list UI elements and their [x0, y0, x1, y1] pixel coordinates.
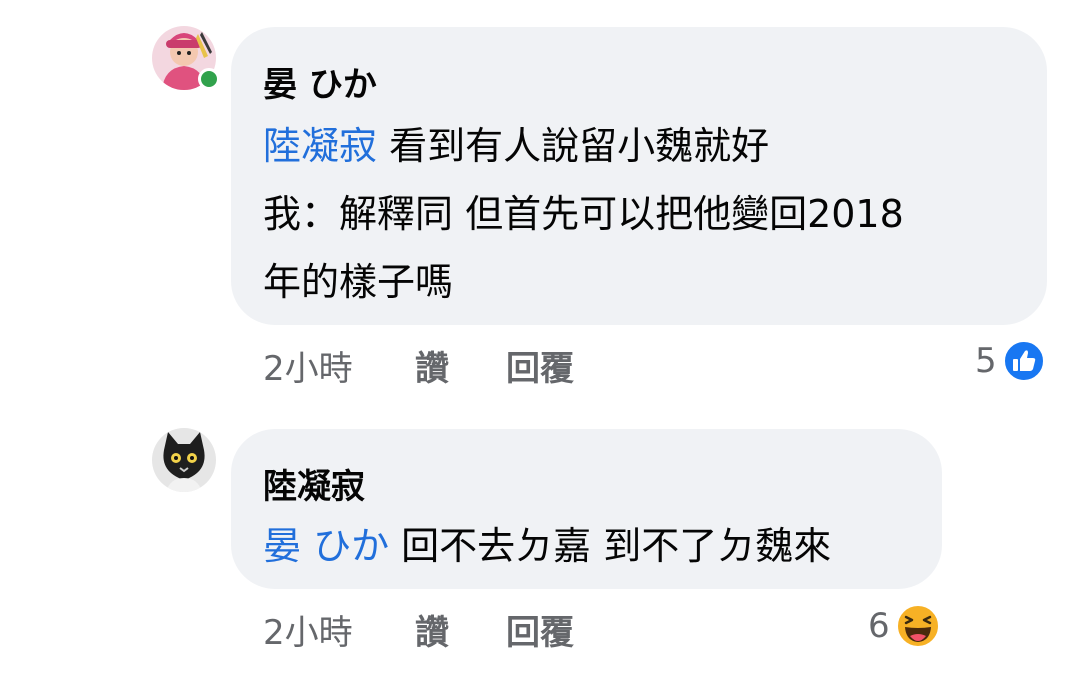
reaction-summary[interactable]: 6	[868, 604, 940, 648]
reply-button[interactable]: 回覆	[506, 352, 574, 386]
comment-text-line-1: 陸凝寂 看到有人說留小魏就好	[263, 127, 769, 165]
comment-timestamp[interactable]: 2小時	[263, 616, 353, 650]
online-status-icon	[198, 68, 220, 90]
haha-icon	[895, 604, 940, 648]
comment-author[interactable]: 陸凝寂	[263, 459, 365, 508]
mention-link[interactable]: 晏 ひか	[263, 524, 389, 568]
comment-bubble: 陸凝寂 晏 ひか 回不去ㄉ嘉 到不了ㄉ魏來	[231, 429, 942, 589]
avatar-black-cat-icon	[152, 428, 216, 492]
comment-text-line-1: 晏 ひか 回不去ㄉ嘉 到不了ㄉ魏來	[263, 527, 831, 565]
avatar[interactable]	[152, 428, 216, 492]
like-button[interactable]: 讚	[415, 616, 449, 650]
reaction-count: 6	[868, 606, 890, 646]
like-icon	[1002, 340, 1045, 382]
mention-link[interactable]: 陸凝寂	[263, 124, 377, 168]
reaction-count: 5	[975, 341, 997, 381]
comment-text: 回不去ㄉ嘉 到不了ㄉ魏來	[389, 524, 832, 568]
reply-button[interactable]: 回覆	[506, 616, 574, 650]
like-button[interactable]: 讚	[415, 352, 449, 386]
comment-1: 晏 ひか 陸凝寂 看到有人說留小魏就好 我：解釋同 但首先可以把他變回2018 …	[0, 0, 1080, 400]
comment-text-line-2: 我：解釋同 但首先可以把他變回2018	[263, 192, 904, 236]
comment-text-line-3: 年的樣子嗎	[263, 260, 454, 304]
comment-author[interactable]: 晏 ひか	[263, 57, 377, 106]
comment-timestamp[interactable]: 2小時	[263, 352, 353, 386]
comment-bubble: 晏 ひか 陸凝寂 看到有人說留小魏就好 我：解釋同 但首先可以把他變回2018 …	[231, 27, 1047, 325]
reaction-summary[interactable]: 5	[975, 340, 1045, 382]
comment-2: 陸凝寂 晏 ひか 回不去ㄉ嘉 到不了ㄉ魏來 2小時 讚 回覆 6	[0, 400, 1080, 673]
comment-text: 看到有人說留小魏就好	[377, 124, 770, 168]
